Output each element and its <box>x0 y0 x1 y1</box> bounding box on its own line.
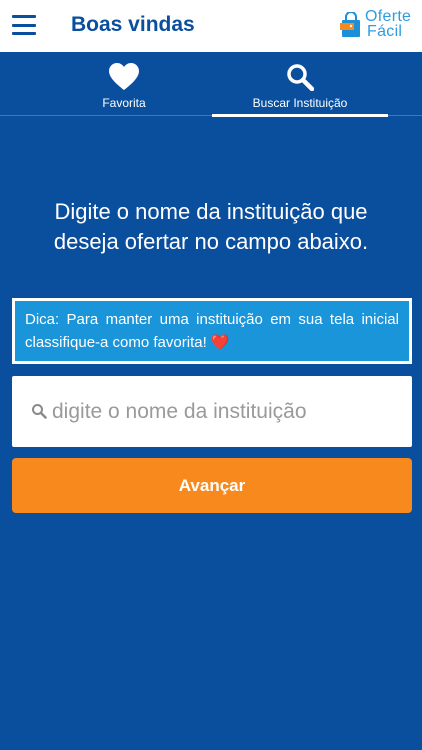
heart-emoji-icon: ❤️ <box>210 334 230 351</box>
active-tab-indicator <box>212 114 388 117</box>
instruction-text: Digite o nome da instituição que deseja … <box>53 199 369 254</box>
search-field[interactable] <box>12 376 412 447</box>
search-icon <box>32 404 47 419</box>
menu-icon[interactable] <box>12 15 36 35</box>
app-bar: Boas vindas Oferte Fácil <box>0 0 422 52</box>
tab-favorita-label: Favorita <box>102 96 146 110</box>
heart-icon <box>109 63 139 90</box>
search-icon <box>287 64 314 91</box>
logo-text-line1: Oferte <box>365 8 412 25</box>
logo-text-line2: Fácil <box>367 23 403 40</box>
tab-favorita[interactable]: Favorita <box>36 52 212 116</box>
tip-box: Dica: Para manter uma instituição em sua… <box>12 298 412 364</box>
tab-buscar-instituicao[interactable]: Buscar Instituição <box>212 52 388 117</box>
shopping-bag-icon <box>340 12 360 37</box>
next-button[interactable]: Avançar <box>12 458 412 513</box>
search-input[interactable] <box>52 376 402 447</box>
tab-bar: Favorita Buscar Instituição <box>0 52 422 117</box>
tab-buscar-label: Buscar Instituição <box>252 96 348 110</box>
page-title: Boas vindas <box>71 13 195 36</box>
app-logo: Oferte Fácil <box>340 8 418 42</box>
